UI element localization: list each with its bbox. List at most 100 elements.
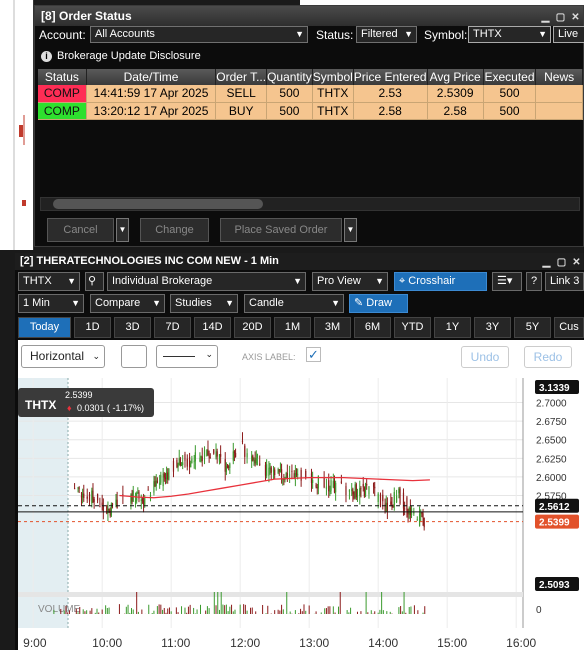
candle-body: [156, 480, 158, 483]
x-tick-label: 15:00: [437, 636, 467, 650]
link-button[interactable]: Link 3: [545, 272, 584, 291]
color-picker[interactable]: [121, 345, 147, 368]
range-today[interactable]: Today: [18, 317, 71, 338]
view-select[interactable]: Pro View ▼: [312, 272, 388, 291]
candle-body: [416, 519, 418, 521]
table-row[interactable]: COMP 14:41:59 17 Apr 2025 SELL 500 THTX …: [38, 85, 583, 103]
range-14d[interactable]: 14D: [194, 317, 231, 338]
candle-body: [409, 507, 411, 516]
symbol-select[interactable]: THTX ▼: [468, 26, 551, 43]
candle-body: [395, 495, 398, 503]
candle-body: [215, 451, 217, 458]
range-5y[interactable]: 5Y: [514, 317, 551, 338]
range-1y[interactable]: 1Y: [434, 317, 471, 338]
candle-body: [360, 488, 362, 490]
range-3m[interactable]: 3M: [314, 317, 351, 338]
change-button[interactable]: Change: [140, 218, 209, 242]
view-select[interactable]: Live: [553, 26, 584, 43]
col-price-entered[interactable]: Price Entered: [353, 69, 428, 85]
candle-body: [382, 494, 384, 502]
settings-menu-button[interactable]: ☰▾: [492, 272, 522, 291]
candle-body: [162, 473, 164, 487]
redo-button[interactable]: Redo: [524, 346, 572, 368]
minimize-icon[interactable]: ▁: [541, 254, 552, 271]
search-button[interactable]: ⚲: [85, 272, 104, 291]
row-executed: 500: [483, 102, 537, 120]
range-3y[interactable]: 3Y: [474, 317, 511, 338]
row-executed: 500: [483, 85, 537, 103]
candle-body: [354, 484, 356, 499]
orientation-select[interactable]: Horizontal ⌄: [21, 345, 105, 368]
candle-body: [421, 512, 423, 514]
candle-body: [390, 501, 392, 505]
row-avg: 2.5309: [427, 85, 484, 103]
col-executed[interactable]: Executed: [483, 69, 537, 85]
cancel-button[interactable]: Cancel: [47, 218, 114, 242]
col-symbol[interactable]: Symbol: [312, 69, 354, 85]
close-icon[interactable]: ✕: [570, 8, 581, 28]
range-custom[interactable]: Cus: [554, 317, 584, 338]
minimize-icon[interactable]: ▁: [540, 8, 551, 28]
maximize-icon[interactable]: ▢: [555, 8, 566, 28]
account-select[interactable]: All Accounts ▼: [90, 26, 308, 43]
line-style-select[interactable]: ⌄: [156, 345, 218, 368]
chart-plot-area[interactable]: Horizontal ⌄ ⌄ AXIS LABEL: ✓ Undo Redo 2.…: [18, 340, 584, 650]
chart-symbol-select[interactable]: THTX ▼: [18, 272, 80, 291]
range-1d[interactable]: 1D: [74, 317, 111, 338]
disclosure-link[interactable]: i Brokerage Update Disclosure: [41, 50, 201, 62]
compare-select[interactable]: Compare ▼: [90, 294, 165, 313]
row-news: [535, 85, 583, 103]
col-news[interactable]: News: [535, 69, 583, 85]
chart-type-select[interactable]: Candle ▼: [244, 294, 344, 313]
candle-body: [190, 463, 192, 468]
range-20d[interactable]: 20D: [234, 317, 271, 338]
scrollbar-thumb[interactable]: [53, 199, 263, 209]
studies-select[interactable]: Studies ▼: [170, 294, 238, 313]
row-status-badge: COMP: [38, 102, 87, 120]
close-icon[interactable]: ✕: [571, 254, 582, 271]
draw-button[interactable]: ✎ Draw: [349, 294, 408, 313]
candle-body: [286, 473, 288, 479]
chart-window-titlebar[interactable]: [2] THERATECHNOLOGIES INC COM NEW - 1 Mi…: [15, 253, 584, 270]
candle-body: [77, 487, 79, 489]
axis-label-checkbox[interactable]: ✓: [306, 347, 321, 362]
candle-body: [377, 493, 379, 503]
candle-body: [246, 453, 248, 458]
chevron-down-icon: ▼: [71, 298, 80, 308]
interval-select[interactable]: 1 Min ▼: [18, 294, 84, 313]
maximize-icon[interactable]: ▢: [556, 254, 567, 271]
candle-body: [312, 479, 314, 483]
cancel-menu-button[interactable]: ▼: [116, 218, 129, 242]
status-select[interactable]: Filtered ▼: [356, 26, 417, 43]
col-datetime[interactable]: Date/Time: [86, 69, 217, 85]
order-window-titlebar[interactable]: [8] Order Status ▁ ▢ ✕: [35, 6, 583, 26]
price-chart[interactable]: 2.70002.67502.65002.62502.60002.57509:00…: [18, 378, 584, 650]
candle-body: [233, 451, 236, 453]
range-ytd[interactable]: YTD: [394, 317, 431, 338]
range-7d[interactable]: 7D: [154, 317, 191, 338]
candle-body: [277, 469, 279, 474]
candle-body: [253, 459, 255, 461]
legend-symbol: THTX: [25, 398, 57, 412]
horizontal-scrollbar[interactable]: [40, 197, 580, 211]
col-status[interactable]: Status: [38, 69, 87, 85]
range-1m[interactable]: 1M: [274, 317, 311, 338]
chevron-down-icon: ▼: [331, 298, 340, 308]
table-row[interactable]: COMP 13:20:12 17 Apr 2025 BUY 500 THTX 2…: [38, 102, 583, 120]
range-6m[interactable]: 6M: [354, 317, 391, 338]
col-quantity[interactable]: Quantity: [266, 69, 313, 85]
chevron-down-icon: ▼: [225, 298, 234, 308]
account-select[interactable]: Individual Brokerage ▼: [107, 272, 306, 291]
col-avg-price[interactable]: Avg Price: [427, 69, 484, 85]
place-saved-order-button[interactable]: Place Saved Order: [220, 218, 342, 242]
help-button[interactable]: ?: [526, 272, 542, 291]
candle-body: [345, 486, 347, 496]
crosshair-button[interactable]: ⌖ Crosshair: [394, 272, 487, 291]
col-order-type[interactable]: Order T...: [215, 69, 268, 85]
down-arrow-icon: ♦: [67, 403, 72, 413]
candle-body: [176, 459, 178, 468]
place-saved-menu-button[interactable]: ▼: [344, 218, 357, 242]
range-3d[interactable]: 3D: [114, 317, 151, 338]
undo-button[interactable]: Undo: [461, 346, 509, 368]
candle-body: [107, 508, 109, 514]
